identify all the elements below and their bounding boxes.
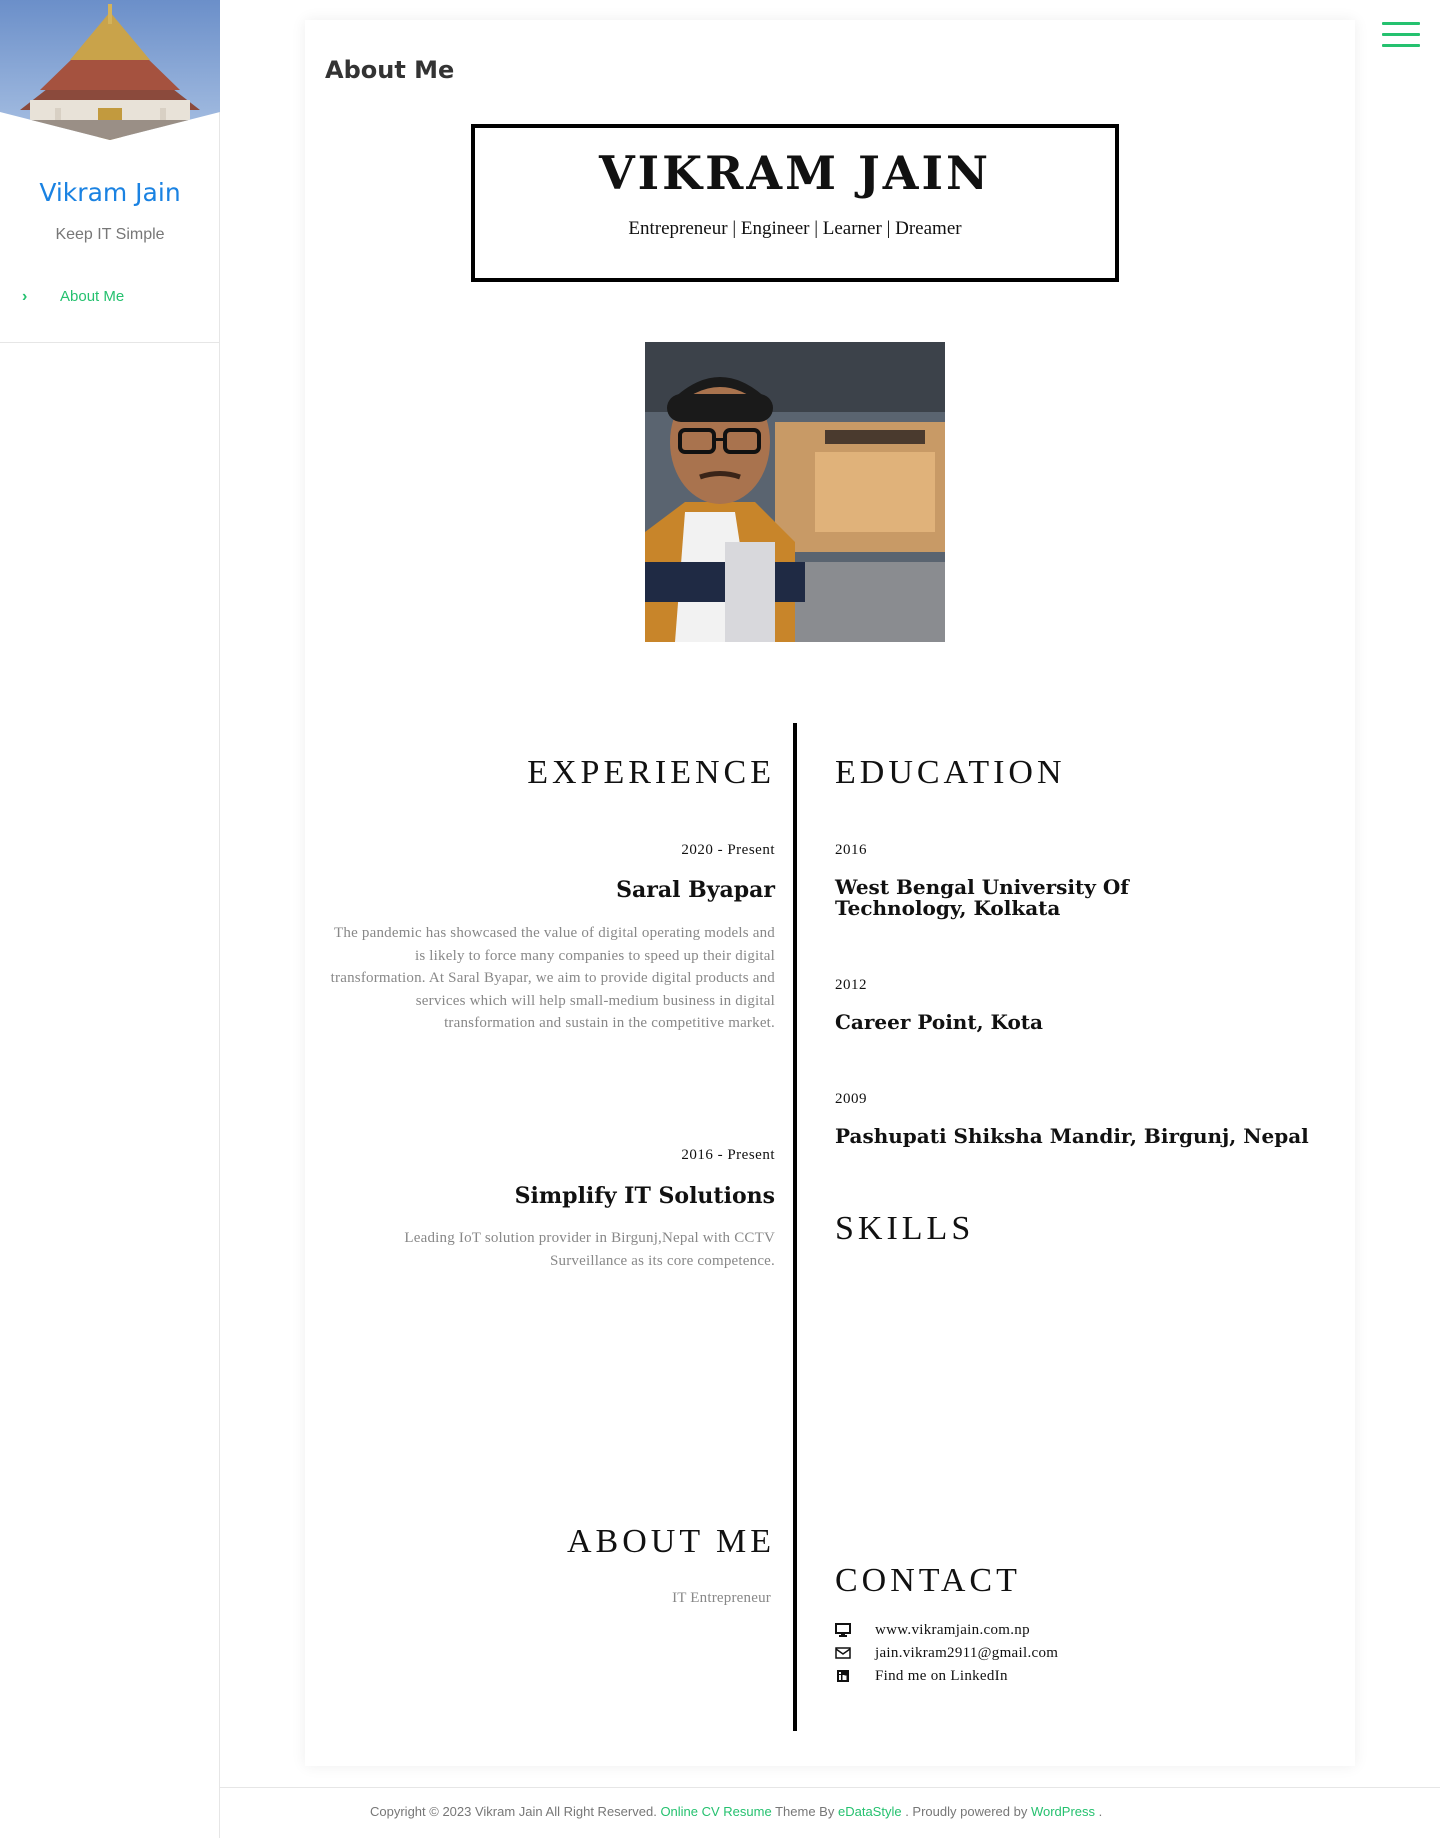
envelope-icon [835,1646,851,1660]
footer-theme-by: Theme By [775,1804,835,1819]
experience-description: Leading IoT solution provider in Birgunj… [404,1230,775,1269]
chevron-right-icon: › [22,288,28,305]
education-year: 2016 [835,842,867,858]
contact-linkedin-text: Find me on LinkedIn [875,1667,1008,1684]
experience-period: 2020 - Present [681,842,775,858]
column-divider [793,723,797,1731]
desktop-icon [835,1623,851,1637]
sidebar: Vikram Jain Keep IT Simple › About Me [0,0,220,1838]
education-school: West Bengal University Of Technology, Ko… [835,875,1129,920]
skills-heading: SKILLS [835,1210,975,1247]
footer-wordpress-link[interactable]: WordPress [1031,1804,1095,1819]
experience-company: Saral Byapar [616,877,775,903]
hamburger-menu-icon[interactable] [1382,22,1420,52]
experience-description: The pandemic has showcased the value of … [330,925,775,1031]
experience-company: Simplify IT Solutions [514,1183,775,1209]
resume-card: About Me VIKRAM JAIN Entrepreneur | Engi… [305,20,1355,1766]
experience-heading: EXPERIENCE [527,754,775,791]
about-heading: ABOUT ME [567,1523,775,1560]
sidebar-item-label: About Me [60,288,125,305]
header-image [0,0,220,142]
linkedin-icon [835,1669,851,1683]
resume-name: VIKRAM JAIN [598,146,992,200]
footer-copyright: Copyright © 2023 Vikram Jain All Right R… [370,1804,657,1819]
footer-powered-by: . Proudly powered by [905,1804,1028,1819]
contact-website-text: www.vikramjain.com.np [875,1621,1030,1638]
page-title: About Me [325,56,455,84]
site-title[interactable]: Vikram Jain [0,178,220,207]
contact-heading: CONTACT [835,1562,1021,1599]
profile-photo [645,342,945,642]
footer-end: . [1098,1804,1103,1819]
contact-email-text: jain.vikram2911@gmail.com [875,1644,1059,1661]
education-year: 2009 [835,1091,867,1107]
resume-roles: Entrepreneur | Engineer | Learner | Drea… [628,218,962,239]
footer-theme-link[interactable]: Online CV Resume [660,1804,771,1819]
name-box: VIKRAM JAIN Entrepreneur | Engineer | Le… [471,124,1119,282]
contact-email[interactable]: jain.vikram2911@gmail.com [835,1643,1058,1663]
footer: Copyright © 2023 Vikram Jain All Right R… [370,1804,1102,1819]
footer-author-link[interactable]: eDataStyle [838,1804,902,1819]
education-year: 2012 [835,977,867,993]
education-school: Pashupati Shiksha Mandir, Birgunj, Nepal [835,1124,1309,1148]
education-heading: EDUCATION [835,754,1066,791]
education-school: Career Point, Kota [835,1010,1043,1034]
experience-period: 2016 - Present [681,1147,775,1163]
contact-linkedin[interactable]: Find me on LinkedIn [835,1666,1008,1686]
about-text: IT Entrepreneur [672,1590,771,1606]
sidebar-divider [0,342,220,343]
sidebar-item-about-me[interactable]: › About Me [0,284,220,310]
site-tagline: Keep IT Simple [55,226,165,243]
footer-divider [220,1787,1440,1788]
contact-website[interactable]: www.vikramjain.com.np [835,1620,1030,1640]
